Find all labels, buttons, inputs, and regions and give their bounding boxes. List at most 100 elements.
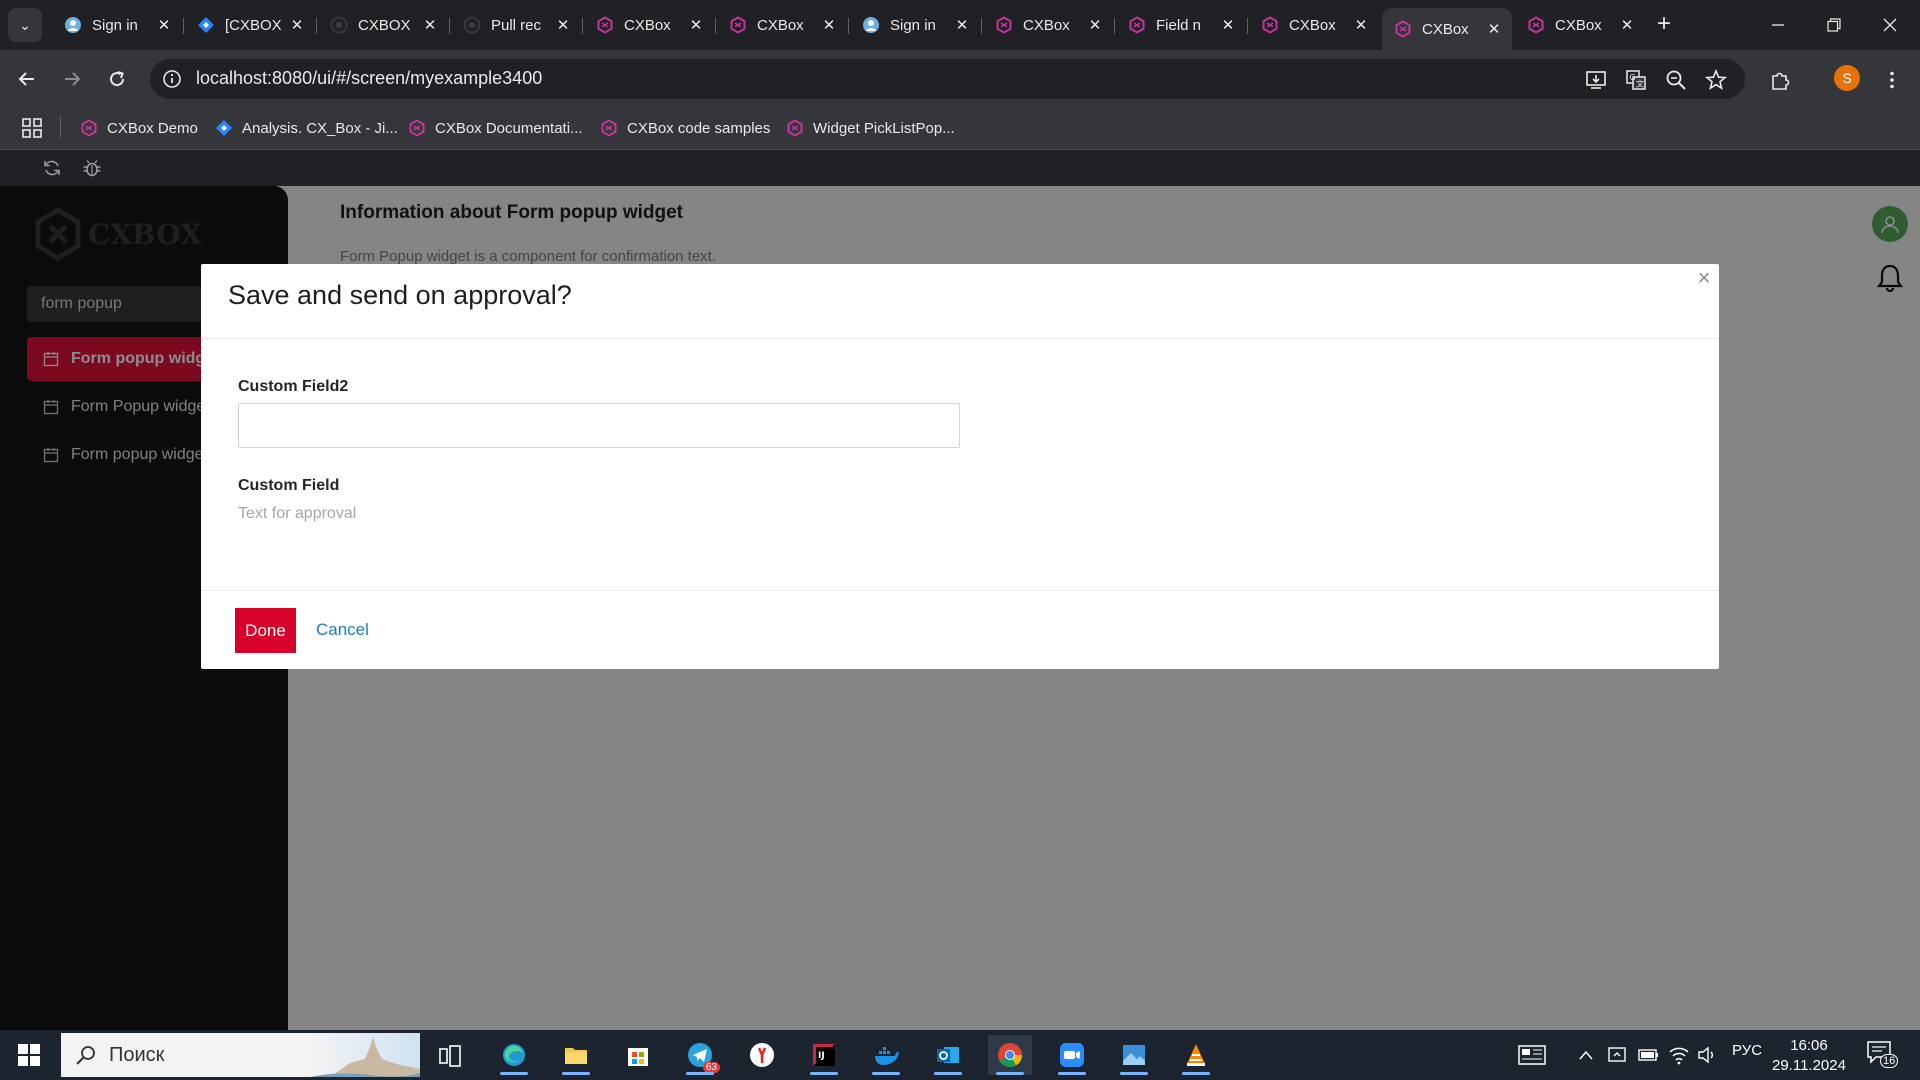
translate-icon: G文: [1626, 70, 1646, 90]
windows-start-icon[interactable]: [18, 1044, 40, 1066]
taskbar-yandex-browser-button[interactable]: [740, 1035, 784, 1075]
chevron-up-icon[interactable]: [1578, 1048, 1594, 1062]
minimize-button[interactable]: [1750, 0, 1806, 50]
site-info-icon[interactable]: [162, 69, 182, 89]
bookmark-label: CXBox code samples: [627, 119, 771, 137]
wifi-icon[interactable]: [1668, 1044, 1690, 1066]
translate-button[interactable]: G文: [1622, 66, 1650, 94]
tab-close-icon[interactable]: ✕: [688, 16, 704, 34]
debug-button[interactable]: [82, 158, 102, 178]
news-widget-icon[interactable]: [1518, 1044, 1546, 1066]
bookmark-item[interactable]: CXBox Demo: [80, 114, 198, 142]
chevron-down-icon: ⌄: [19, 16, 31, 33]
taskbar-vlc-button[interactable]: [1174, 1035, 1218, 1075]
taskbar-photos-button[interactable]: [1112, 1035, 1156, 1075]
bookmark-item[interactable]: CXBox Documentati...: [408, 114, 583, 142]
taskbar-search[interactable]: Поиск: [61, 1033, 420, 1077]
bookmark-label: CXBox Documentati...: [435, 119, 583, 137]
tab-close-icon[interactable]: ✕: [1353, 16, 1369, 34]
browser-tab[interactable]: CXBOX ✕: [318, 8, 448, 42]
bookmark-label: Widget PickListPop...: [813, 119, 955, 137]
browser-tab[interactable]: CXBox ✕: [1382, 8, 1512, 50]
taskbar-telegram-button[interactable]: 63: [678, 1035, 722, 1075]
apps-button[interactable]: [20, 116, 44, 140]
browser-tab[interactable]: Sign in ✕: [850, 8, 980, 42]
taskbar-chrome-button[interactable]: [988, 1035, 1032, 1075]
restore-button[interactable]: [1806, 0, 1862, 50]
taskbar-task-view-button[interactable]: [428, 1035, 472, 1075]
browser-tab[interactable]: CXBox ✕: [717, 8, 847, 42]
cxbox-icon: [408, 119, 426, 137]
tab-separator: [1114, 18, 1115, 34]
forward-button[interactable]: [55, 62, 89, 96]
tab-close-icon[interactable]: ✕: [954, 16, 970, 34]
vlc-icon: [1187, 1044, 1205, 1066]
system-clock[interactable]: 16:06 29.11.2024: [1772, 1036, 1846, 1076]
reload-button[interactable]: [100, 62, 134, 96]
modal-close-button[interactable]: ×: [1692, 266, 1716, 290]
cxbox-favicon-icon: [1261, 16, 1279, 34]
input-language[interactable]: РУС: [1732, 1042, 1762, 1059]
running-indicator: [686, 1072, 714, 1075]
tab-close-icon[interactable]: ✕: [1087, 16, 1103, 34]
extensions-button[interactable]: [1766, 66, 1794, 94]
custom-field-label: Custom Field: [238, 477, 340, 494]
close-window-button[interactable]: [1862, 0, 1918, 50]
volume-icon[interactable]: [1696, 1044, 1718, 1066]
taskbar-file-explorer-button[interactable]: [554, 1035, 598, 1075]
browser-tab[interactable]: [CXBOX ✕: [185, 8, 315, 42]
browser-menu-button[interactable]: [1878, 66, 1906, 94]
install-app-button[interactable]: [1582, 66, 1610, 94]
taskbar-store-button[interactable]: [616, 1035, 660, 1075]
back-arrow-icon: [18, 72, 34, 86]
device-icon[interactable]: [1606, 1044, 1628, 1066]
zoom-button[interactable]: [1662, 66, 1690, 94]
profile-avatar[interactable]: S: [1834, 65, 1860, 91]
taskbar-edge-button[interactable]: [492, 1035, 536, 1075]
tab-close-icon[interactable]: ✕: [422, 16, 438, 34]
tab-close-icon[interactable]: ✕: [555, 16, 571, 34]
browser-tab[interactable]: Field n ✕: [1116, 8, 1246, 42]
more-vertical-icon: [1890, 71, 1894, 89]
tab-close-icon[interactable]: ✕: [289, 16, 305, 34]
url-text[interactable]: localhost:8080/ui/#/screen/myexample3400: [196, 68, 542, 89]
notification-center-button[interactable]: 16: [1866, 1040, 1899, 1070]
tab-close-icon[interactable]: ✕: [821, 16, 837, 34]
tab-title: [CXBOX: [225, 16, 282, 34]
battery-icon[interactable]: [1638, 1046, 1660, 1064]
taskbar-docker-button[interactable]: [864, 1035, 908, 1075]
sign-in-favicon-icon: [862, 16, 880, 34]
sync-icon: [44, 160, 60, 176]
taskbar-outlook-button[interactable]: [926, 1035, 970, 1075]
tab-close-icon[interactable]: ✕: [1220, 16, 1236, 34]
taskbar-zoom-button[interactable]: [1050, 1035, 1094, 1075]
bookmark-item[interactable]: CXBox code samples: [600, 114, 770, 142]
browser-tab[interactable]: CXBox ✕: [1249, 8, 1379, 42]
running-indicator: [996, 1072, 1024, 1075]
new-tab-button[interactable]: +: [1650, 10, 1678, 38]
browser-tab[interactable]: Sign in ✕: [52, 8, 182, 42]
tab-title: Pull rec: [491, 16, 542, 34]
cancel-button[interactable]: Cancel: [316, 620, 369, 640]
tab-title: CXBOX: [358, 16, 411, 34]
custom-field2-input[interactable]: [238, 403, 960, 448]
bookmark-item[interactable]: Widget PickListPop...: [786, 114, 955, 142]
tab-close-icon[interactable]: ✕: [156, 16, 172, 34]
yandex-browser-icon: [750, 1043, 774, 1067]
browser-tab[interactable]: CXBox ✕: [983, 8, 1113, 42]
tab-separator: [848, 18, 849, 34]
taskbar-intellij-idea-button[interactable]: IJ: [802, 1035, 846, 1075]
tab-search-button[interactable]: ⌄: [8, 8, 42, 42]
bookmark-item[interactable]: Analysis. CX_Box - Ji...: [215, 114, 398, 142]
browser-tab[interactable]: CXBox ✕: [1515, 8, 1645, 42]
cxbox-favicon-icon: [1394, 20, 1412, 38]
browser-tab[interactable]: Pull rec ✕: [451, 8, 581, 42]
chrome-icon: [998, 1043, 1022, 1068]
refresh-meta-button[interactable]: [42, 158, 62, 178]
tab-close-icon[interactable]: ✕: [1486, 20, 1502, 38]
bookmark-star-button[interactable]: [1702, 66, 1730, 94]
browser-tab[interactable]: CXBox ✕: [584, 8, 714, 42]
done-button[interactable]: Done: [235, 608, 296, 653]
back-button[interactable]: [10, 62, 44, 96]
tab-close-icon[interactable]: ✕: [1619, 16, 1635, 34]
